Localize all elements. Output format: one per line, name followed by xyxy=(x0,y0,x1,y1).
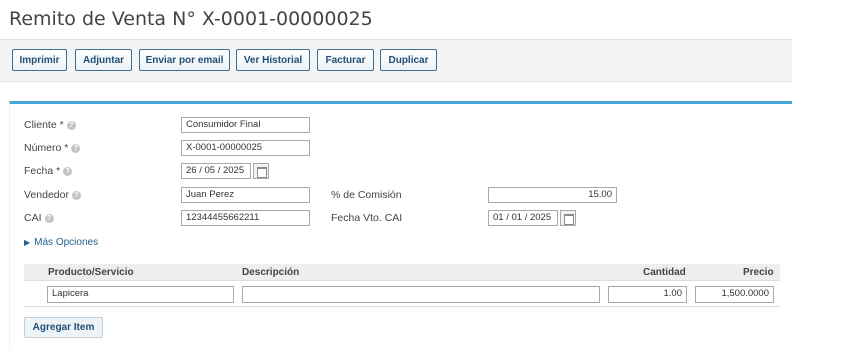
row-divider xyxy=(24,306,780,307)
date-picker: 26 / 05 / 2025 xyxy=(181,163,269,179)
calendar-icon[interactable] xyxy=(560,210,576,226)
help-icon[interactable]: ? xyxy=(71,144,81,153)
client-label-text: Cliente * xyxy=(24,119,64,131)
help-icon[interactable]: ? xyxy=(71,191,81,200)
seller-field[interactable]: Juan Perez xyxy=(181,187,310,203)
cai-field[interactable]: 12344455662211 xyxy=(181,210,310,226)
send-email-button[interactable]: Enviar por email xyxy=(139,49,230,71)
cai-expiry-field[interactable]: 01 / 01 / 2025 xyxy=(488,210,558,226)
expand-arrow-icon: ▶ xyxy=(24,238,31,247)
date-label: Fecha *? xyxy=(24,165,73,177)
number-label: Número *? xyxy=(24,142,81,154)
form-panel xyxy=(9,101,792,350)
client-label: Cliente *? xyxy=(24,119,76,131)
calendar-icon[interactable] xyxy=(253,163,269,179)
view-history-button[interactable]: Ver Historial xyxy=(236,49,310,71)
cai-label-text: CAI xyxy=(24,212,42,224)
product-field[interactable]: Lapicera xyxy=(47,286,234,303)
commission-field[interactable]: 15.00 xyxy=(488,187,617,203)
cai-label: CAI? xyxy=(24,212,54,224)
date-label-text: Fecha * xyxy=(24,165,61,177)
more-options-label: Más Opciones xyxy=(34,237,99,248)
client-field[interactable]: Consumidor Final xyxy=(181,117,310,133)
help-icon[interactable]: ? xyxy=(44,214,54,223)
column-header-product: Producto/Servicio xyxy=(48,267,134,278)
help-icon[interactable]: ? xyxy=(66,121,76,130)
commission-label: % de Comisión xyxy=(331,189,402,201)
help-icon[interactable]: ? xyxy=(63,167,73,176)
column-header-quantity: Cantidad xyxy=(643,267,686,278)
price-field[interactable]: 1,500.0000 xyxy=(695,286,774,303)
attach-button[interactable]: Adjuntar xyxy=(75,49,132,71)
description-field[interactable] xyxy=(242,286,600,303)
cai-expiry-label: Fecha Vto. CAI xyxy=(331,212,403,224)
duplicate-button[interactable]: Duplicar xyxy=(380,49,437,71)
date-field[interactable]: 26 / 05 / 2025 xyxy=(181,163,251,179)
seller-label: Vendedor? xyxy=(24,189,81,201)
seller-label-text: Vendedor xyxy=(24,189,69,201)
cai-expiry-picker: 01 / 01 / 2025 xyxy=(488,210,576,226)
column-header-description: Descripción xyxy=(242,267,300,278)
column-header-price: Precio xyxy=(743,267,774,278)
items-table-header: Producto/Servicio Descripción Cantidad P… xyxy=(24,264,780,281)
more-options-link[interactable]: ▶ Más Opciones xyxy=(24,237,98,248)
print-button[interactable]: Imprimir xyxy=(12,49,67,71)
number-label-text: Número * xyxy=(24,142,69,154)
invoice-button[interactable]: Facturar xyxy=(317,49,374,71)
quantity-field[interactable]: 1.00 xyxy=(608,286,687,303)
add-item-button[interactable]: Agregar Item xyxy=(24,317,103,338)
page-title: Remito de Venta N° X-0001-00000025 xyxy=(9,8,373,30)
number-field[interactable]: X-0001-00000025 xyxy=(181,140,310,156)
